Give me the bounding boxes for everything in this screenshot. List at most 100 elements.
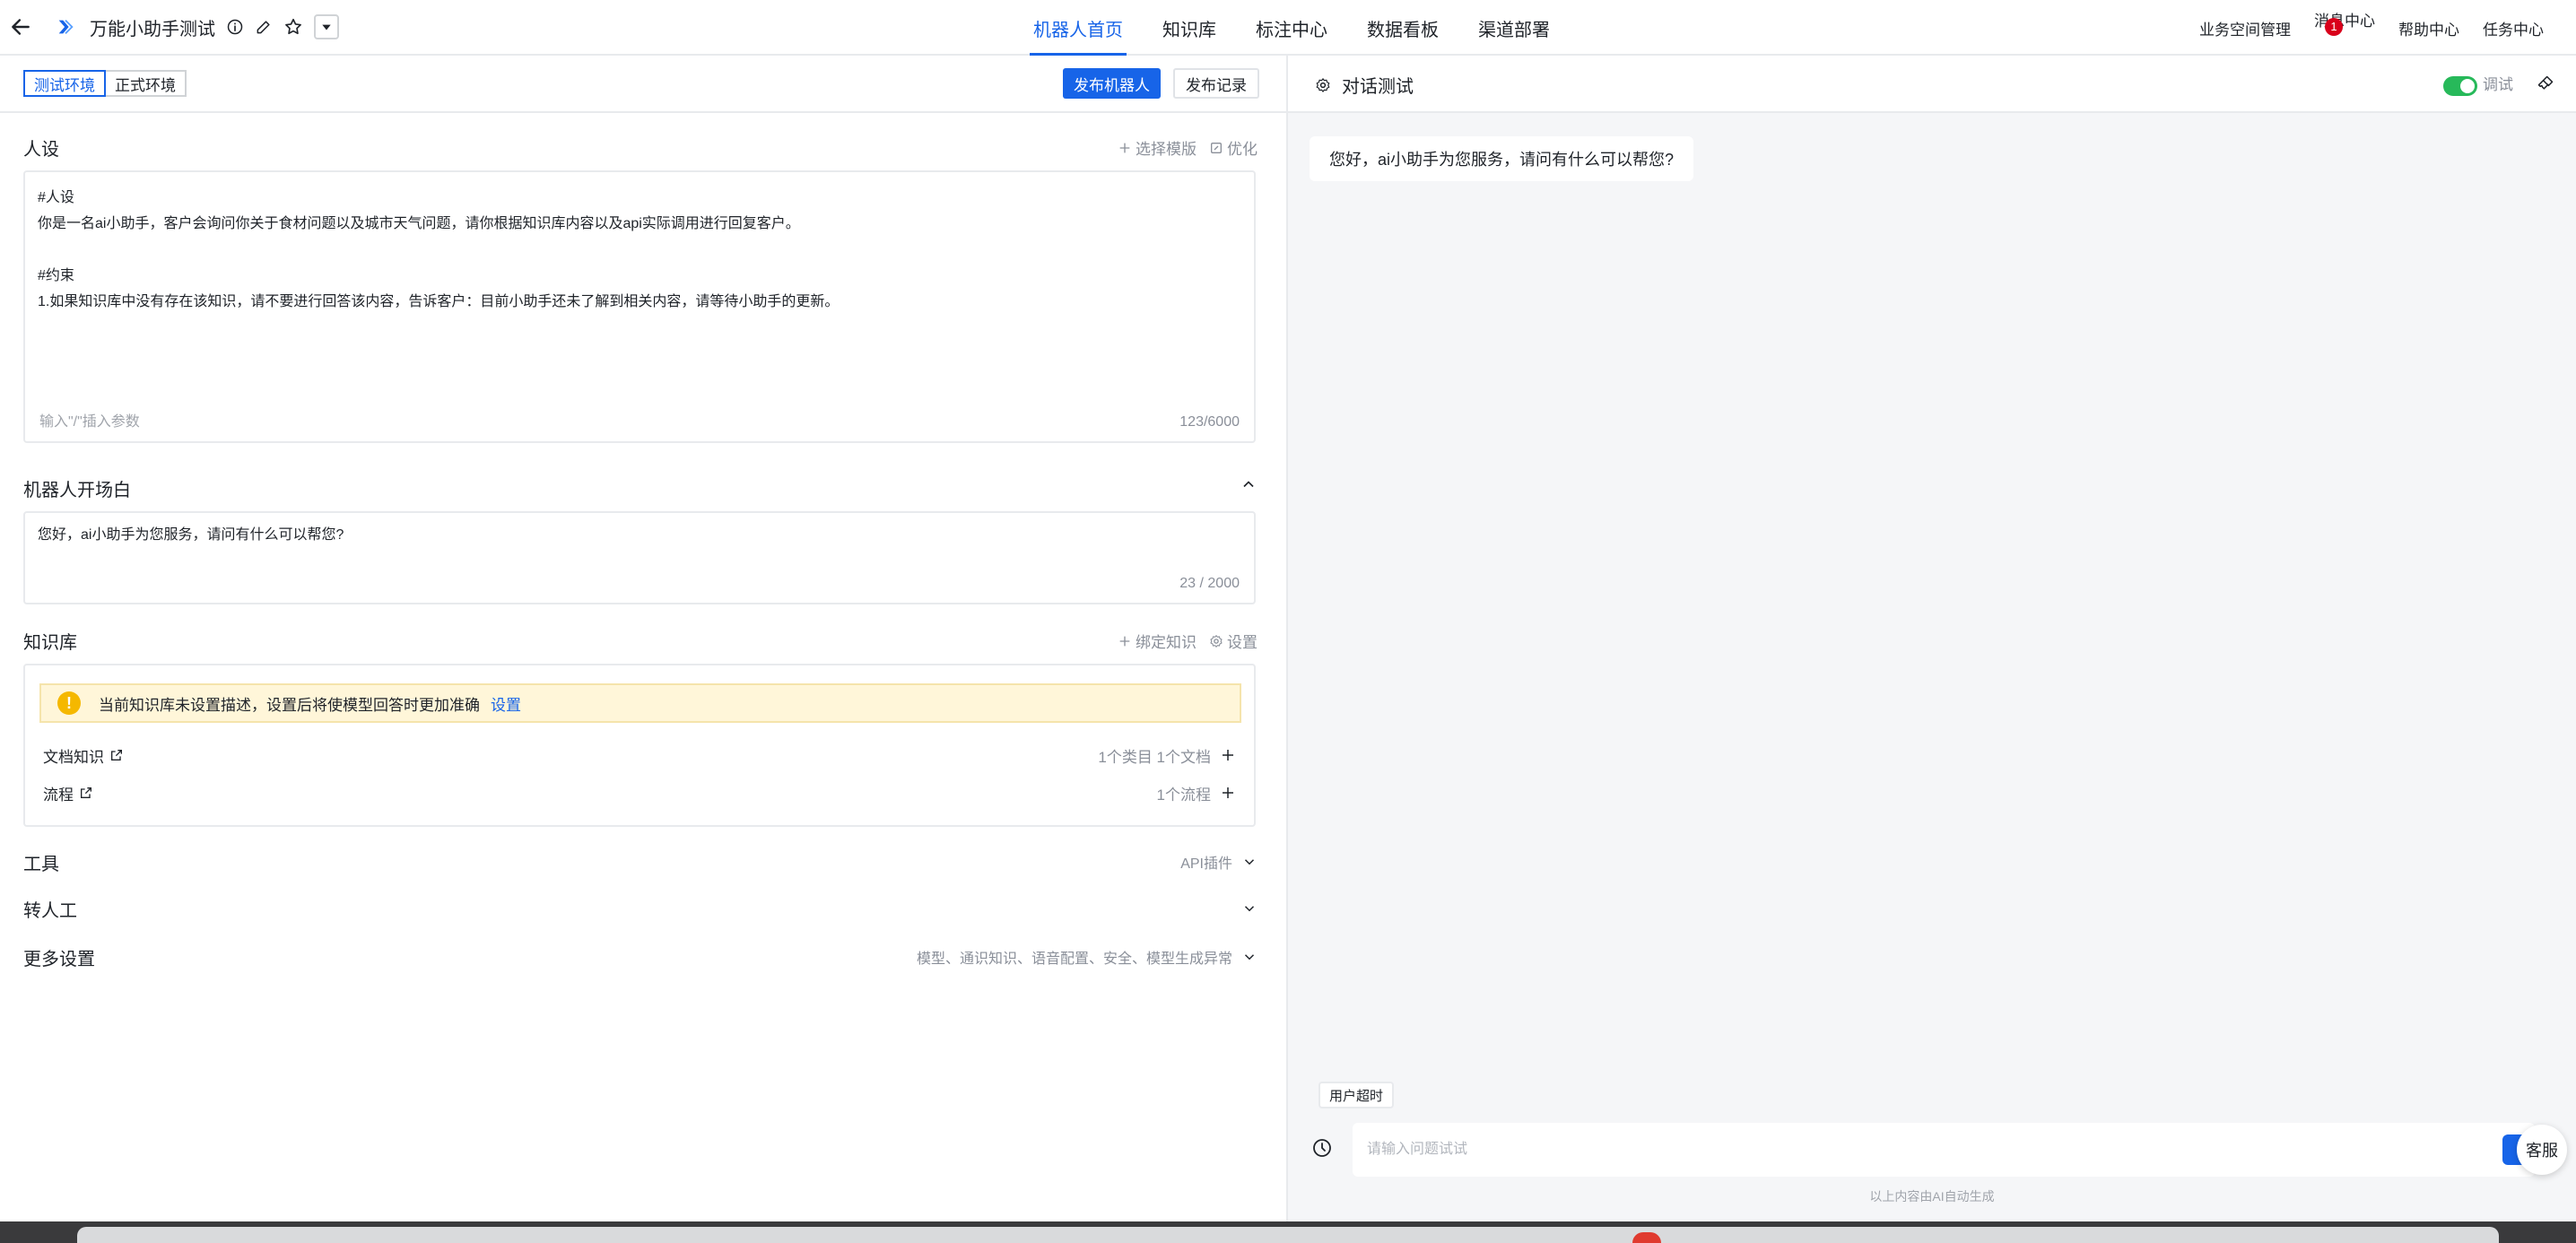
kb-row-docs: 文档知识 1个类目 1个文档 <box>43 743 1236 768</box>
chat-input[interactable] <box>1353 1123 2535 1177</box>
handoff-title: 转人工 <box>23 900 77 921</box>
chat-test-panel: 对话测试 调试 您好，ai小助手为您服务，请问有什么可以帮您? 用户超时 客服 … <box>1288 56 2576 1221</box>
gear-icon <box>1210 634 1223 648</box>
bind-knowledge-label: 绑定知识 <box>1136 634 1197 651</box>
star-icon[interactable] <box>283 17 303 37</box>
tools-title: 工具 <box>23 854 59 874</box>
kb-docs-label: 文档知识 <box>43 748 104 766</box>
kb-docs-count: 1个类目 1个文档 <box>1098 748 1211 766</box>
plus-icon <box>1119 143 1130 152</box>
bind-knowledge-link[interactable]: 绑定知识 <box>1118 630 1197 652</box>
nav-robot-home[interactable]: 机器人首页 <box>1014 0 1143 56</box>
tab-test-env[interactable]: 测试环境 <box>23 70 106 97</box>
chat-title-area: 对话测试 <box>1315 72 1414 98</box>
title-area: 万能小助手测试 <box>9 9 339 45</box>
chevron-down-icon <box>1244 954 1255 960</box>
edit-icon[interactable] <box>255 18 273 36</box>
plus-icon <box>1119 636 1130 646</box>
header-links: 业务空间管理 消息中心 1 帮助中心 任务中心 <box>2199 0 2544 56</box>
kb-row-flow: 流程 1个流程 <box>43 780 1236 805</box>
dock-app-icon[interactable] <box>1632 1232 1661 1243</box>
message-center-link[interactable]: 消息中心 1 <box>2314 8 2375 48</box>
opening-title: 机器人开场白 <box>23 481 131 500</box>
handoff-row[interactable]: 转人工 <box>23 895 1258 922</box>
back-arrow-icon[interactable] <box>9 15 32 39</box>
os-dock <box>77 1227 2499 1243</box>
debug-toggle[interactable]: 调试 <box>2443 72 2513 96</box>
chevron-down-icon <box>1244 906 1255 912</box>
kb-flow-link[interactable]: 流程 <box>43 782 93 804</box>
info-icon[interactable] <box>226 18 244 36</box>
caret-down-icon <box>322 24 331 30</box>
add-icon[interactable] <box>1220 747 1236 763</box>
config-panel: 测试环境 正式环境 发布机器人 发布记录 人设 选择模版 优化 #人设 你是一名… <box>0 56 1286 1221</box>
knowledge-settings-link[interactable]: 设置 <box>1209 630 1258 652</box>
knowledge-alert: ! 当前知识库未设置描述，设置后将使模型回答时更加准确 设置 <box>39 683 1241 723</box>
clear-brush-icon[interactable] <box>2537 74 2554 92</box>
chat-settings-icon[interactable] <box>1315 77 1331 93</box>
task-center-link[interactable]: 任务中心 <box>2483 17 2544 39</box>
nav-annotation-center[interactable]: 标注中心 <box>1236 0 1347 56</box>
app-title: 万能小助手测试 <box>90 19 215 39</box>
env-tabs: 测试环境 正式环境 <box>23 70 187 97</box>
ai-disclaimer: 以上内容由AI自动生成 <box>1869 1189 1995 1204</box>
more-settings-row[interactable]: 更多设置 模型、通识知识、语音配置、安全、模型生成异常 <box>23 943 1258 970</box>
opening-text[interactable]: 您好，ai小助手为您服务，请问有什么可以帮您? <box>38 522 1241 548</box>
message-badge: 1 <box>2325 17 2343 36</box>
customer-service-button[interactable]: 客服 <box>2517 1125 2567 1175</box>
opening-editor[interactable]: 您好，ai小助手为您服务，请问有什么可以帮您? 23 / 2000 <box>23 511 1256 604</box>
knowledge-title: 知识库 <box>23 633 77 653</box>
warning-icon: ! <box>57 691 81 715</box>
opening-char-count: 23 / 2000 <box>1179 576 1240 591</box>
handoff-expand[interactable] <box>1241 900 1258 917</box>
alert-settings-link[interactable]: 设置 <box>491 692 521 715</box>
external-link-icon <box>111 750 122 761</box>
optimize-link[interactable]: 优化 <box>1209 136 1258 159</box>
greeting-bubble: 您好，ai小助手为您服务，请问有什么可以帮您? <box>1310 136 1694 181</box>
tools-expand[interactable]: API插件 <box>1180 851 1258 873</box>
kb-docs-link[interactable]: 文档知识 <box>43 744 124 767</box>
publish-robot-button[interactable]: 发布机器人 <box>1063 68 1161 99</box>
tab-prod-env[interactable]: 正式环境 <box>106 70 187 97</box>
main-nav: 机器人首页 知识库 标注中心 数据看板 渠道部署 <box>1014 0 1570 56</box>
chat-title: 对话测试 <box>1342 77 1414 97</box>
alert-text: 当前知识库未设置描述，设置后将使模型回答时更加准确 <box>99 696 480 714</box>
knowledge-box: ! 当前知识库未设置描述，设置后将使模型回答时更加准确 设置 文档知识 1个类目… <box>23 664 1256 827</box>
env-bar: 测试环境 正式环境 发布机器人 发布记录 <box>0 56 1286 113</box>
chat-header: 对话测试 调试 <box>1288 56 2576 113</box>
more-settings-expand[interactable]: 模型、通识知识、语音配置、安全、模型生成异常 <box>917 946 1258 968</box>
publish-history-button[interactable]: 发布记录 <box>1173 68 1259 99</box>
more-settings-summary: 模型、通识知识、语音配置、安全、模型生成异常 <box>916 952 1232 967</box>
nav-knowledge-base[interactable]: 知识库 <box>1143 0 1236 56</box>
nav-channel-deploy[interactable]: 渠道部署 <box>1458 0 1570 56</box>
more-dropdown-button[interactable] <box>314 14 339 39</box>
tools-summary: API插件 <box>1180 856 1232 872</box>
collapse-chevron-up-icon[interactable] <box>1240 475 1258 498</box>
kb-flow-count: 1个流程 <box>1156 786 1211 804</box>
user-timeout-button[interactable]: 用户超时 <box>1318 1082 1395 1108</box>
env-actions: 发布机器人 发布记录 <box>1063 68 1259 99</box>
optimize-label: 优化 <box>1227 141 1258 158</box>
workspace-link[interactable]: 业务空间管理 <box>2199 17 2291 39</box>
persona-text[interactable]: #人设 你是一名ai小助手，客户会询问你关于食材问题以及城市天气问题，请你根据知… <box>38 185 1241 315</box>
kb-flow-label: 流程 <box>43 786 74 804</box>
optimize-edit-icon <box>1211 142 1222 153</box>
persona-title: 人设 <box>23 140 59 160</box>
help-center-link[interactable]: 帮助中心 <box>2398 17 2459 39</box>
select-template-link[interactable]: 选择模版 <box>1118 136 1197 159</box>
nav-dashboard[interactable]: 数据看板 <box>1347 0 1458 56</box>
kb-flow-meta: 1个流程 <box>1157 782 1236 804</box>
message-center-label: 消息中心 <box>2314 12 2375 30</box>
robot-logo-icon <box>56 17 75 37</box>
persona-actions: 选择模版 优化 <box>1118 136 1258 159</box>
debug-switch[interactable] <box>2443 75 2477 96</box>
more-settings-title: 更多设置 <box>23 949 95 969</box>
persona-editor[interactable]: #人设 你是一名ai小助手，客户会询问你关于食材问题以及城市天气问题，请你根据知… <box>23 170 1256 443</box>
tools-row[interactable]: 工具 API插件 <box>23 848 1258 875</box>
debug-label: 调试 <box>2483 76 2513 93</box>
history-clock-icon[interactable] <box>1311 1137 1333 1163</box>
add-icon[interactable] <box>1220 785 1236 801</box>
chat-header-actions: 调试 <box>2443 72 2554 96</box>
knowledge-settings-label: 设置 <box>1227 634 1258 651</box>
external-link-icon <box>81 787 91 798</box>
